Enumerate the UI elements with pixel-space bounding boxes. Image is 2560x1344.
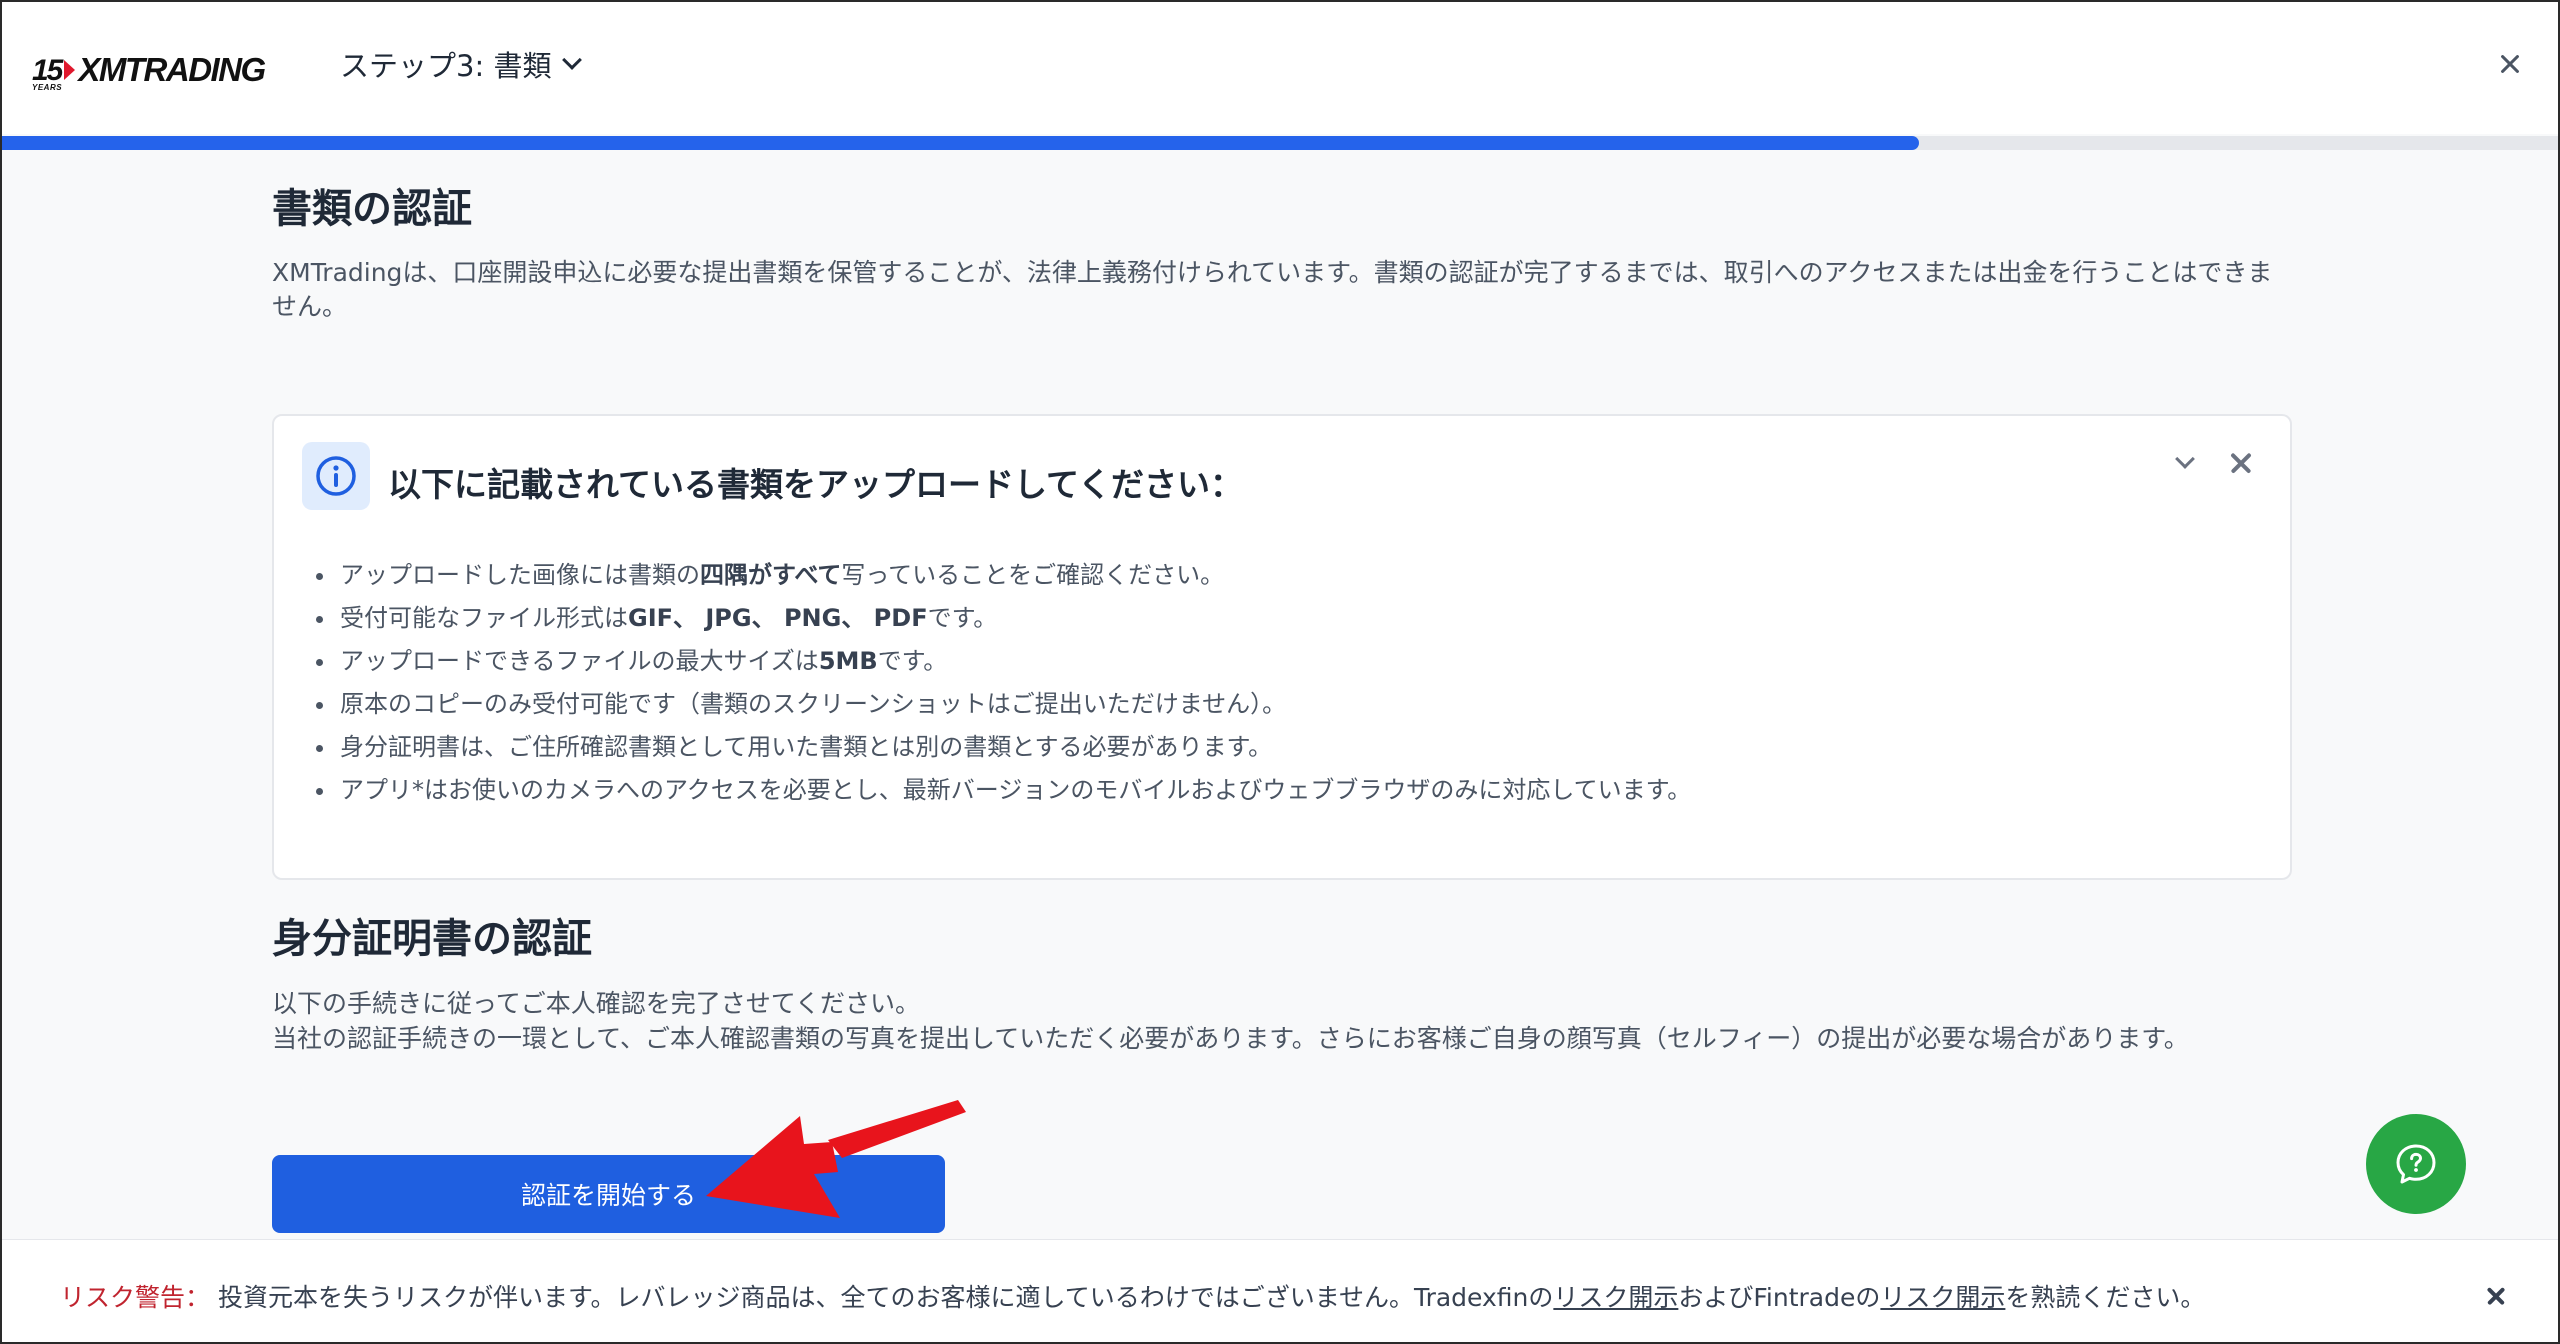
help-chat-icon [2396, 1144, 2436, 1184]
info-card-title: 以下に記載されている書類をアップロードしてください： [388, 465, 1244, 504]
close-icon [2476, 1276, 2516, 1316]
info-icon [302, 442, 370, 510]
main-content: 書類の認証 XMTradingは、口座開設申込に必要な提出書類を保管することが、… [272, 150, 2292, 1053]
list-item: 身分証明書は、ご住所確認書類として用いた書類とは別の書類とする必要があります。 [316, 726, 1691, 769]
app-frame: 15 YEARS XMTRADING ステップ3: 書類 書類の認証 XMTra… [0, 0, 2560, 1344]
risk-disclosure-link-fintrade[interactable]: リスク開示 [1880, 1283, 2005, 1312]
close-button[interactable] [2490, 44, 2530, 84]
risk-warning-bar: リスク警告： 投資元本を失うリスクが伴います。レバレッジ商品は、全てのお客様に適… [2, 1239, 2558, 1342]
upload-info-card: 以下に記載されている書類をアップロードしてください： アップロードした画像には書… [272, 414, 2292, 880]
identity-line-2: 当社の認証手続きの一環として、ご本人確認書類の写真を提出していただく必要がありま… [272, 1024, 2189, 1053]
close-icon [2222, 444, 2260, 482]
chevron-down-icon [562, 50, 583, 70]
risk-label: リスク警告： [60, 1283, 211, 1312]
identity-line-1: 以下の手続きに従ってご本人確認を完了させてください。 [272, 989, 921, 1018]
logo-years-number: 15 YEARS [32, 54, 63, 92]
chevron-down-icon [2175, 449, 2195, 469]
list-item: 受付可能なファイル形式はGIF、 JPG、 PNG、 PDFです。 [316, 597, 1691, 640]
risk-warning-text: リスク警告： 投資元本を失うリスクが伴います。レバレッジ商品は、全てのお客様に適… [60, 1283, 2206, 1312]
documents-description: XMTradingは、口座開設申込に必要な提出書類を保管することが、法律上義務付… [272, 258, 2273, 321]
help-chat-button[interactable] [2366, 1114, 2466, 1214]
identity-description: 以下の手続きに従ってご本人確認を完了させてください。 当社の認証手続きの一環とし… [272, 986, 2189, 1056]
list-item: アップロードできるファイルの最大サイズは5MBです。 [316, 640, 1691, 683]
identity-title: 身分証明書の認証 [272, 916, 592, 962]
step-selector[interactable]: ステップ3: 書類 [340, 42, 583, 86]
requirements-list: アップロードした画像には書類の四隅がすべて写っていることをご確認ください。 受付… [316, 554, 1691, 812]
logo-arrow-icon [64, 60, 76, 80]
dismiss-card-button[interactable] [2222, 444, 2260, 482]
documents-title: 書類の認証 [272, 186, 472, 232]
xm-logo: 15 YEARS XMTRADING [32, 42, 266, 92]
logo-brand: XMTRADING [78, 51, 266, 88]
collapse-button[interactable] [2168, 446, 2202, 480]
progress-bar [2, 136, 2558, 150]
list-item: 原本のコピーのみ受付可能です（書類のスクリーンショットはご提出いただけません）。 [316, 683, 1691, 726]
step-label: ステップ3: 書類 [340, 49, 552, 83]
arrow-annotation [706, 1100, 966, 1218]
list-item: アップロードした画像には書類の四隅がすべて写っていることをご確認ください。 [316, 554, 1691, 597]
header: 15 YEARS XMTRADING ステップ3: 書類 [2, 2, 2558, 134]
close-icon [2490, 44, 2530, 84]
logo-years-caption: YEARS [32, 83, 63, 92]
progress-fill [2, 136, 1919, 150]
list-item: アプリ*はお使いのカメラへのアクセスを必要とし、最新バージョンのモバイルおよびウ… [316, 769, 1691, 812]
close-risk-warning-button[interactable] [2476, 1276, 2516, 1316]
risk-disclosure-link-tradexfin[interactable]: リスク開示 [1553, 1283, 1678, 1312]
